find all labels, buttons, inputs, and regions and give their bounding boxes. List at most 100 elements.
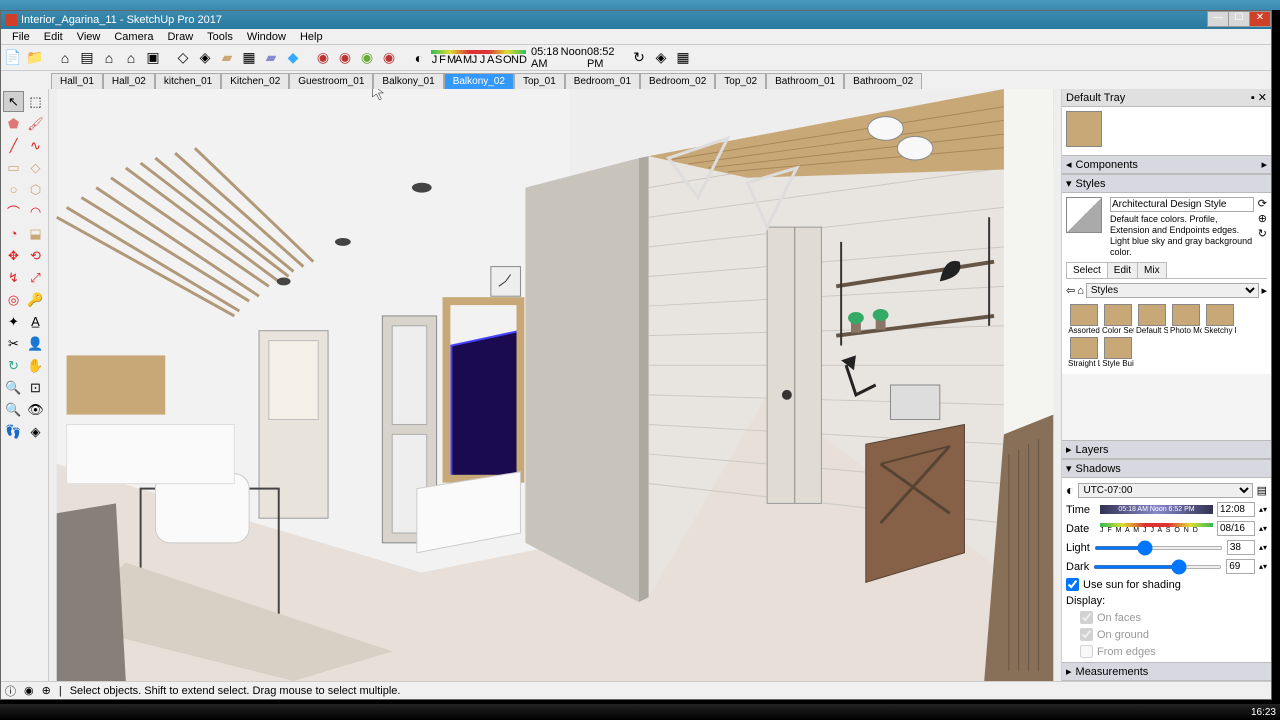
component3-button[interactable]: ◉	[357, 48, 377, 68]
scene-tab-balkony_02[interactable]: Balkony_02	[444, 73, 514, 89]
pushpull-tool[interactable]: ⬓	[25, 223, 46, 244]
front-view-button[interactable]: ⌂	[99, 48, 119, 68]
date-slider[interactable]: J F M A M J J A S O N D	[1100, 523, 1213, 534]
style-refresh-icon[interactable]: ↻	[1258, 227, 1267, 240]
scene-tab-bathroom_02[interactable]: Bathroom_02	[844, 73, 922, 89]
dark-slider[interactable]	[1093, 565, 1222, 569]
measurements-panel-header[interactable]: ▸Measurements	[1062, 662, 1271, 681]
shadow-toggle-button[interactable]: ◐	[409, 48, 429, 68]
zoom-tool[interactable]: 🔍	[3, 377, 24, 398]
component2-button[interactable]: ◉	[335, 48, 355, 68]
iso-view-button[interactable]: ⌂	[55, 48, 75, 68]
scene-tab-balkony_01[interactable]: Balkony_01	[373, 73, 443, 89]
timezone-select[interactable]: UTC-07:00	[1078, 483, 1252, 498]
zoom-extents-tool[interactable]: ⊡	[25, 377, 46, 398]
shadow-toggle-icon[interactable]: ◐	[1066, 482, 1074, 498]
scene-tab-kitchen_02[interactable]: Kitchen_02	[221, 73, 289, 89]
maximize-button[interactable]: ☐	[1228, 11, 1250, 27]
axes-tool[interactable]: 👤	[25, 333, 46, 354]
menu-tools[interactable]: Tools	[200, 31, 240, 43]
walk-tool2[interactable]: 👣	[3, 421, 24, 442]
xray-button[interactable]: ◆	[283, 48, 303, 68]
style-tab-select[interactable]: Select	[1066, 262, 1108, 278]
close-button[interactable]: ✕	[1249, 11, 1271, 27]
section-tool[interactable]: ◈	[25, 421, 46, 442]
style-item[interactable]: Photo Mo	[1170, 304, 1202, 335]
shaded-button[interactable]: ▰	[217, 48, 237, 68]
arc2-tool[interactable]: ◠	[25, 201, 46, 222]
component4-button[interactable]: ◉	[379, 48, 399, 68]
style-item[interactable]: Straight L	[1068, 337, 1100, 368]
freehand-tool[interactable]: ∿	[25, 135, 46, 156]
info-icon[interactable]: ⓘ	[5, 683, 16, 699]
select-tool[interactable]: ↖	[3, 91, 24, 112]
scene-tab-bathroom_01[interactable]: Bathroom_01	[766, 73, 844, 89]
component-button[interactable]: ◉	[313, 48, 333, 68]
light-value[interactable]: 38	[1227, 540, 1255, 555]
style-name-input[interactable]	[1110, 197, 1254, 212]
tape-tool[interactable]: 🔑	[25, 289, 46, 310]
zoom-window-tool[interactable]: 🔍	[3, 399, 24, 420]
rectangle-tool[interactable]: ▭	[3, 157, 24, 178]
details-icon[interactable]: ▸	[1261, 284, 1267, 297]
scene-tab-hall_01[interactable]: Hall_01	[51, 73, 103, 89]
walk-button[interactable]: ▦	[673, 48, 693, 68]
shadows-panel-header[interactable]: ▾Shadows	[1062, 459, 1271, 478]
rotated-rect-tool[interactable]: ◇	[25, 157, 46, 178]
lasso-tool[interactable]: ⬚	[25, 91, 46, 112]
dimension-tool[interactable]: ✦	[3, 311, 24, 332]
wireframe-button[interactable]: ◇	[173, 48, 193, 68]
move-tool[interactable]: ✥	[3, 245, 24, 266]
scale-tool[interactable]: ⤢	[25, 267, 46, 288]
hidden-line-button[interactable]: ◈	[195, 48, 215, 68]
paint-tool[interactable]: 🖌	[25, 113, 46, 134]
orbit-tool[interactable]: ↻	[3, 355, 24, 376]
scene-tab-bedroom_01[interactable]: Bedroom_01	[565, 73, 640, 89]
look-around-button[interactable]: ◈	[651, 48, 671, 68]
time-value[interactable]: 12:08	[1217, 502, 1255, 517]
top-view-button[interactable]: ▤	[77, 48, 97, 68]
viewport[interactable]	[49, 89, 1061, 681]
dark-value[interactable]: 69	[1226, 559, 1255, 574]
tray-header[interactable]: Default Tray ▪ ✕	[1062, 89, 1271, 107]
polygon-tool[interactable]: ⬡	[25, 179, 46, 200]
text-tool[interactable]: A̲	[25, 311, 46, 332]
scene-tab-hall_02[interactable]: Hall_02	[103, 73, 155, 89]
menu-draw[interactable]: Draw	[160, 31, 200, 43]
style-item[interactable]: Default S	[1136, 304, 1168, 335]
rotate-tool[interactable]: ⟲	[25, 245, 46, 266]
followme-tool[interactable]: ↯	[3, 267, 24, 288]
style-item[interactable]: Color Set	[1102, 304, 1134, 335]
monochrome-button[interactable]: ▰	[261, 48, 281, 68]
new-button[interactable]: 📄	[3, 48, 23, 68]
eraser-tool[interactable]: ⬟	[3, 113, 24, 134]
scene-tab-top_02[interactable]: Top_02	[715, 73, 766, 89]
style-tab-mix[interactable]: Mix	[1137, 262, 1167, 278]
pan-tool[interactable]: ✋	[25, 355, 46, 376]
offset-tool[interactable]: ◎	[3, 289, 24, 310]
prev-view-tool[interactable]: 👁	[25, 399, 46, 420]
shadow-menu-icon[interactable]: ▤	[1257, 484, 1267, 497]
layers-panel-header[interactable]: ▸Layers	[1062, 440, 1271, 459]
minimize-button[interactable]: —	[1207, 11, 1229, 27]
style-item[interactable]: Assorted	[1068, 304, 1100, 335]
style-update-icon[interactable]: ⟳	[1258, 197, 1267, 210]
light-slider[interactable]	[1094, 546, 1223, 550]
taskbar[interactable]: 16:23	[0, 704, 1280, 720]
open-button[interactable]: 📁	[25, 48, 45, 68]
scene-tab-guestroom_01[interactable]: Guestroom_01	[289, 73, 373, 89]
styles-panel-header[interactable]: ▾Styles	[1062, 174, 1271, 193]
right-view-button[interactable]: ⌂	[121, 48, 141, 68]
style-item[interactable]: Sketchy E	[1204, 304, 1236, 335]
menu-window[interactable]: Window	[240, 31, 293, 43]
components-panel-header[interactable]: ◂Components▸	[1062, 155, 1271, 174]
shaded-texture-button[interactable]: ▦	[239, 48, 259, 68]
geo-icon[interactable]: ⊕	[42, 684, 51, 697]
arc-tool[interactable]: ⌒	[3, 201, 24, 222]
scene-tab-bedroom_02[interactable]: Bedroom_02	[640, 73, 715, 89]
menu-view[interactable]: View	[70, 31, 108, 43]
back-view-button[interactable]: ▣	[143, 48, 163, 68]
menu-camera[interactable]: Camera	[107, 31, 160, 43]
home-icon[interactable]: ⌂	[1077, 285, 1084, 297]
time-slider[interactable]: 05:18 AM Noon 6:52 PM	[1100, 505, 1213, 514]
